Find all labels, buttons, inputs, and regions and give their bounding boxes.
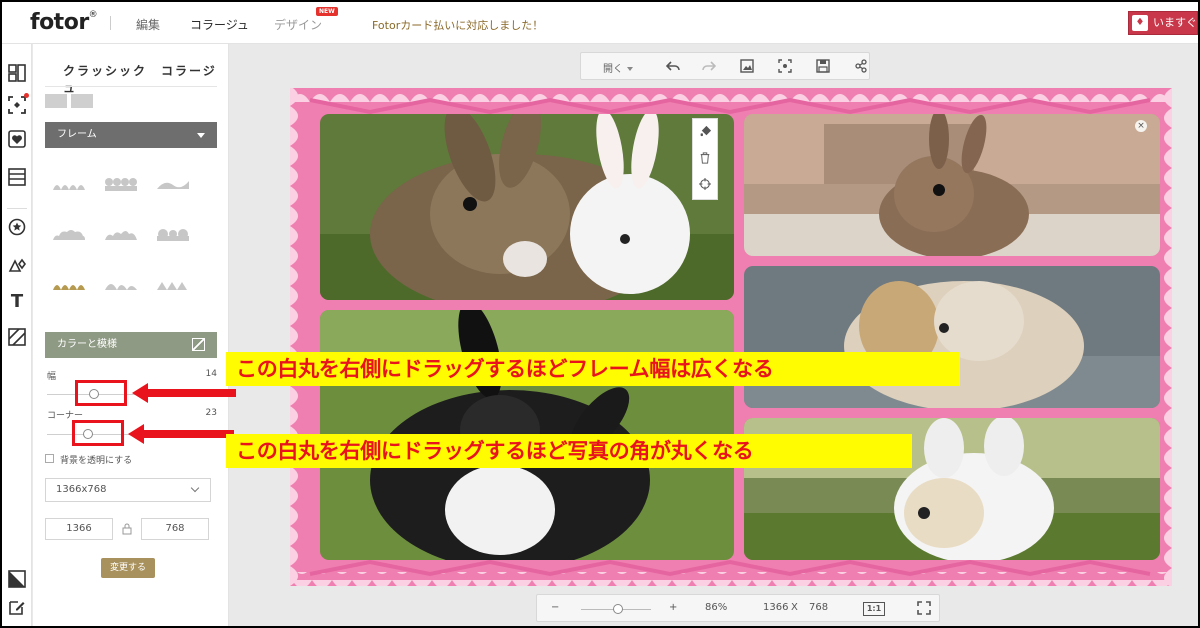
rabbit-photo-image bbox=[320, 114, 734, 300]
layout-icon[interactable] bbox=[7, 64, 27, 84]
collage-settings-panel: クラッシック コラージュ フレーム カラーと模様 幅 14 コーナー 23 背景… bbox=[33, 44, 229, 626]
background-list-icon[interactable] bbox=[7, 168, 27, 188]
actual-size-button[interactable]: 1:1 bbox=[863, 602, 885, 616]
template-thumb-2[interactable] bbox=[71, 94, 93, 108]
apply-size-button[interactable]: 変更する bbox=[101, 558, 155, 578]
frame-option-bubbles[interactable] bbox=[155, 224, 191, 244]
undo-icon[interactable] bbox=[665, 59, 681, 75]
photo-brown-bunny[interactable] bbox=[744, 114, 1160, 256]
open-label: 開く bbox=[603, 64, 623, 75]
fill-bucket-icon[interactable] bbox=[693, 119, 717, 145]
contrast-icon[interactable] bbox=[7, 570, 27, 590]
app-window: fotor® 編集 コラージュ デザイン NEW Fotorカード払いに対応しま… bbox=[2, 2, 1198, 626]
pattern-icon[interactable] bbox=[7, 328, 27, 348]
zoom-out-button[interactable]: − bbox=[551, 602, 559, 613]
zoom-slider-knob[interactable] bbox=[613, 604, 623, 614]
width-px-input[interactable]: 1366 bbox=[45, 518, 113, 540]
frame-option-circles[interactable] bbox=[103, 174, 139, 194]
redo-icon[interactable] bbox=[701, 59, 717, 75]
nav-edit[interactable]: 編集 bbox=[136, 16, 160, 33]
nav-collage[interactable]: コラージュ bbox=[190, 16, 249, 33]
caret-down-icon bbox=[627, 67, 633, 71]
frame-option-zigzag[interactable] bbox=[155, 274, 191, 294]
shapes-icon[interactable] bbox=[7, 256, 27, 276]
width-label: 幅 bbox=[47, 372, 57, 382]
rabbit-photo-image bbox=[744, 114, 1160, 256]
frame-option-scallop-fan[interactable] bbox=[51, 174, 87, 194]
transparent-bg-checkbox[interactable] bbox=[45, 454, 54, 463]
nav-divider bbox=[110, 16, 111, 30]
zoom-bar: − + 86% 1366 X 768 1:1 bbox=[536, 594, 940, 622]
corner-value: 23 bbox=[205, 408, 217, 418]
tool-rail: T bbox=[2, 44, 32, 626]
zoom-level: 86% bbox=[705, 602, 728, 613]
edit-note-icon[interactable] bbox=[7, 598, 27, 618]
collage-canvas[interactable]: × bbox=[290, 88, 1172, 586]
width-slider-highlight bbox=[75, 380, 127, 406]
frame-option-wave[interactable] bbox=[155, 174, 191, 194]
fullscreen-icon[interactable] bbox=[917, 601, 931, 618]
rail-divider bbox=[7, 208, 27, 209]
color-section-label: カラーと模様 bbox=[57, 339, 117, 350]
top-bar: fotor® 編集 コラージュ デザイン NEW Fotorカード払いに対応しま… bbox=[2, 2, 1198, 44]
save-icon[interactable] bbox=[815, 59, 831, 75]
pattern-toggle-icon[interactable] bbox=[192, 338, 205, 351]
color-pattern-section[interactable]: カラーと模様 bbox=[45, 332, 217, 358]
caret-down-icon bbox=[197, 133, 205, 138]
arrow-left-icon bbox=[132, 383, 236, 403]
template-thumb-1[interactable] bbox=[45, 94, 67, 108]
frame-option-lace-selected[interactable] bbox=[51, 274, 87, 294]
new-badge: NEW bbox=[316, 7, 338, 16]
dimension-x: X bbox=[791, 602, 798, 613]
delete-icon[interactable] bbox=[693, 145, 717, 171]
sticker-heart-icon[interactable] bbox=[7, 130, 27, 150]
crosshair-icon[interactable] bbox=[693, 171, 717, 197]
frame-dropdown[interactable]: フレーム bbox=[45, 122, 217, 148]
aspect-lock-icon[interactable] bbox=[122, 523, 132, 535]
frame-option-hills[interactable] bbox=[103, 274, 139, 294]
width-value: 14 bbox=[205, 369, 217, 379]
fotor-logo[interactable]: fotor® bbox=[30, 10, 98, 35]
canvas-toolbar: 開く bbox=[580, 52, 870, 80]
size-preset-value: 1366x768 bbox=[56, 484, 107, 495]
image-icon[interactable] bbox=[739, 59, 755, 75]
zoom-in-button[interactable]: + bbox=[669, 602, 677, 613]
frame-option-dots[interactable] bbox=[103, 224, 139, 244]
diamond-icon: ♦ bbox=[1132, 15, 1148, 31]
panel-divider bbox=[45, 86, 217, 87]
corner-annotation: この白丸を右側にドラッグするほど写真の角が丸くなる bbox=[226, 434, 912, 468]
upgrade-label: いますぐ bbox=[1153, 16, 1197, 29]
arrow-left-icon bbox=[128, 424, 234, 444]
upgrade-button[interactable]: ♦ いますぐ bbox=[1128, 11, 1198, 35]
size-preset-select[interactable]: 1366x768 bbox=[45, 478, 211, 502]
rabbit-photo-image bbox=[744, 266, 1160, 408]
chevron-down-icon bbox=[190, 483, 200, 493]
close-icon[interactable]: × bbox=[1135, 120, 1147, 132]
photo-two-rabbits[interactable] bbox=[320, 114, 734, 300]
width-annotation: この白丸を右側にドラッグするほどフレーム幅は広くなる bbox=[226, 352, 960, 386]
photo-lop-rabbit[interactable] bbox=[744, 266, 1160, 408]
height-px-input[interactable]: 768 bbox=[141, 518, 209, 540]
crop-focus-icon[interactable] bbox=[7, 96, 27, 116]
text-icon[interactable]: T bbox=[7, 292, 27, 312]
star-sticker-icon[interactable] bbox=[7, 218, 27, 238]
open-menu[interactable]: 開く bbox=[603, 60, 633, 75]
canvas-width: 1366 bbox=[763, 602, 789, 613]
promo-link[interactable]: Fotorカード払いに対応しました！ bbox=[372, 17, 543, 33]
canvas-height: 768 bbox=[809, 602, 829, 613]
frame-dropdown-label: フレーム bbox=[57, 129, 97, 140]
fit-screen-icon[interactable] bbox=[777, 59, 793, 75]
frame-option-clouds[interactable] bbox=[51, 224, 87, 244]
corner-slider-highlight bbox=[72, 420, 124, 446]
share-icon[interactable] bbox=[853, 59, 869, 75]
panel-title: クラッシック コラージュ bbox=[63, 64, 217, 95]
transparent-bg-label: 背景を透明にする bbox=[60, 456, 133, 466]
nav-design[interactable]: デザイン bbox=[274, 16, 322, 33]
photo-tools-popup bbox=[692, 118, 718, 200]
notification-dot bbox=[24, 93, 29, 98]
